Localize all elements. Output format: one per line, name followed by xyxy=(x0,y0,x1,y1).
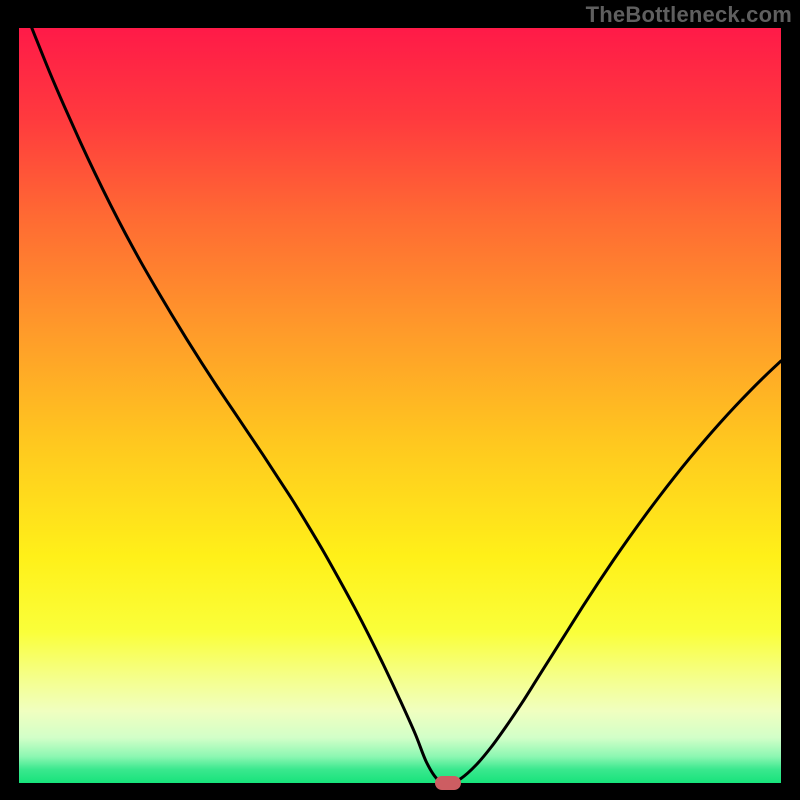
gradient-background xyxy=(19,28,781,783)
chart-frame: TheBottleneck.com xyxy=(0,0,800,800)
chart-plot-area xyxy=(19,28,781,783)
minimum-marker xyxy=(435,776,461,790)
watermark-text: TheBottleneck.com xyxy=(586,2,792,28)
